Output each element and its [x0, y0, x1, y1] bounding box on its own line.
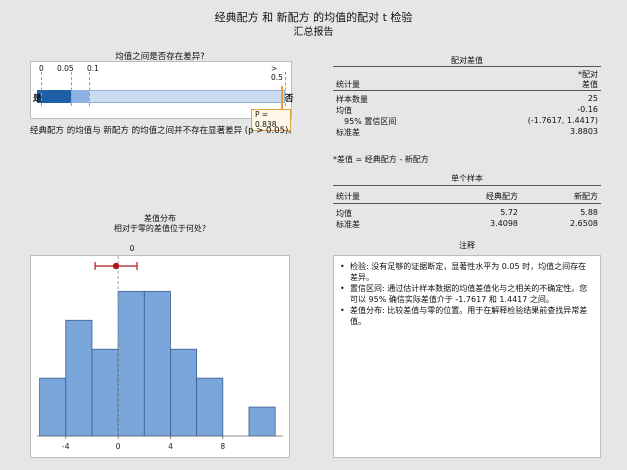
histogram-bar: [248, 406, 276, 437]
single-stat-header: 统计量: [336, 192, 360, 201]
histogram-bar: [196, 377, 224, 437]
pvalue-box: 0 0.05 0.1 > 0.5 是 否 P = 0.838: [30, 61, 294, 131]
note-item: • 置信区间: 通过估计样本数据的均值差值化与之相关的不确定性。您可以 95% 确…: [340, 284, 588, 304]
note-item: • 差值分布: 比较差值与零的位置。用于在解释检验结果前查找异常差值。: [340, 306, 588, 326]
paired-diff-rule-top: [333, 66, 601, 67]
single-row-v1: 5.72: [500, 208, 518, 217]
no-label: 否: [285, 94, 294, 104]
tick-05: > 0.5: [271, 64, 283, 82]
histogram-panel: -4 0 4 8: [30, 255, 290, 458]
single-row-v2: 2.6508: [570, 219, 598, 228]
single-col2-header: 新配方: [574, 192, 598, 201]
distribution-title: 差值分布 相对于零的差值位于何处?: [30, 214, 290, 234]
x-tick-label: 8: [220, 442, 225, 451]
distribution-title-text: 差值分布: [144, 214, 176, 223]
paired-col-header-bottom: 差值: [582, 80, 598, 89]
notes-title: 注释: [459, 241, 475, 250]
single-sample-rule-top: [333, 185, 601, 186]
paired-row-value: (-1.7617, 1.4417): [527, 116, 598, 125]
single-row-label: 标准差: [336, 220, 360, 229]
histogram-bar: [91, 348, 119, 437]
histogram-bar: [65, 319, 93, 437]
mean-point: [112, 262, 120, 270]
paired-row-label: 95% 置信区间: [344, 117, 397, 126]
conclusion-text: 经典配方 的均值与 新配方 的均值之间并不存在显著差异 (p > 0.05)。: [30, 126, 297, 136]
paired-row-value: -0.16: [577, 105, 598, 114]
x-tick-label: 0: [116, 442, 121, 451]
paired-row-label: 均值: [336, 106, 352, 115]
single-sample-rule-mid: [333, 203, 601, 204]
tick-line-01: [89, 72, 90, 106]
paired-stat-header: 统计量: [336, 80, 360, 89]
single-col1-header: 经典配方: [486, 192, 518, 201]
yes-label: 是: [33, 94, 42, 104]
histogram-bar: [143, 290, 171, 437]
single-row-label: 均值: [336, 209, 352, 218]
x-tick-label: -4: [62, 442, 70, 451]
notes-panel: • 检验: 没有足够的证据断定，显著性水平为 0.05 时，均值之间存在差异。 •…: [333, 255, 601, 458]
zero-reference-label: 0: [129, 244, 135, 253]
paired-row-value: 3.8803: [570, 127, 598, 136]
histogram-chart: -4 0 4 8: [37, 256, 283, 451]
pvalue-bar-significant-zone: [37, 90, 71, 103]
x-tick-label: 4: [168, 442, 173, 451]
single-sample-title: 单个样本: [451, 174, 483, 183]
pvalue-marker: [281, 86, 283, 110]
paired-diff-rule-mid: [333, 90, 601, 91]
tick-line-005: [71, 72, 72, 106]
single-row-v1: 3.4098: [490, 219, 518, 228]
distribution-subtitle-text: 相对于零的差值位于何处?: [113, 224, 207, 233]
report-subtitle: 汇总报告: [293, 27, 334, 38]
histogram-bar: [170, 348, 198, 437]
note-text: 置信区间: 通过估计样本数据的均值差值化与之相关的不确定性。您可以 95% 确信…: [350, 284, 588, 304]
note-item: • 检验: 没有足够的证据断定，显著性水平为 0.05 时，均值之间存在差异。: [340, 262, 587, 282]
paired-footnote: *差值 = 经典配方 - 新配方: [333, 155, 429, 164]
histogram-bar: [39, 377, 67, 437]
paired-row-label: 标准差: [336, 128, 360, 137]
note-text: 检验: 没有足够的证据断定，显著性水平为 0.05 时，均值之间存在差异。: [350, 262, 587, 282]
paired-diff-title: 配对差值: [451, 56, 483, 65]
single-row-v2: 5.88: [580, 208, 598, 217]
paired-row-value: 25: [587, 94, 598, 103]
paired-row-label: 样本数量: [336, 95, 368, 104]
pvalue-bar-mid-zone: [71, 90, 89, 103]
histogram-bar: [117, 290, 145, 437]
note-text: 差值分布: 比较差值与零的位置。用于在解释检验结果前查找异常差值。: [350, 306, 588, 326]
